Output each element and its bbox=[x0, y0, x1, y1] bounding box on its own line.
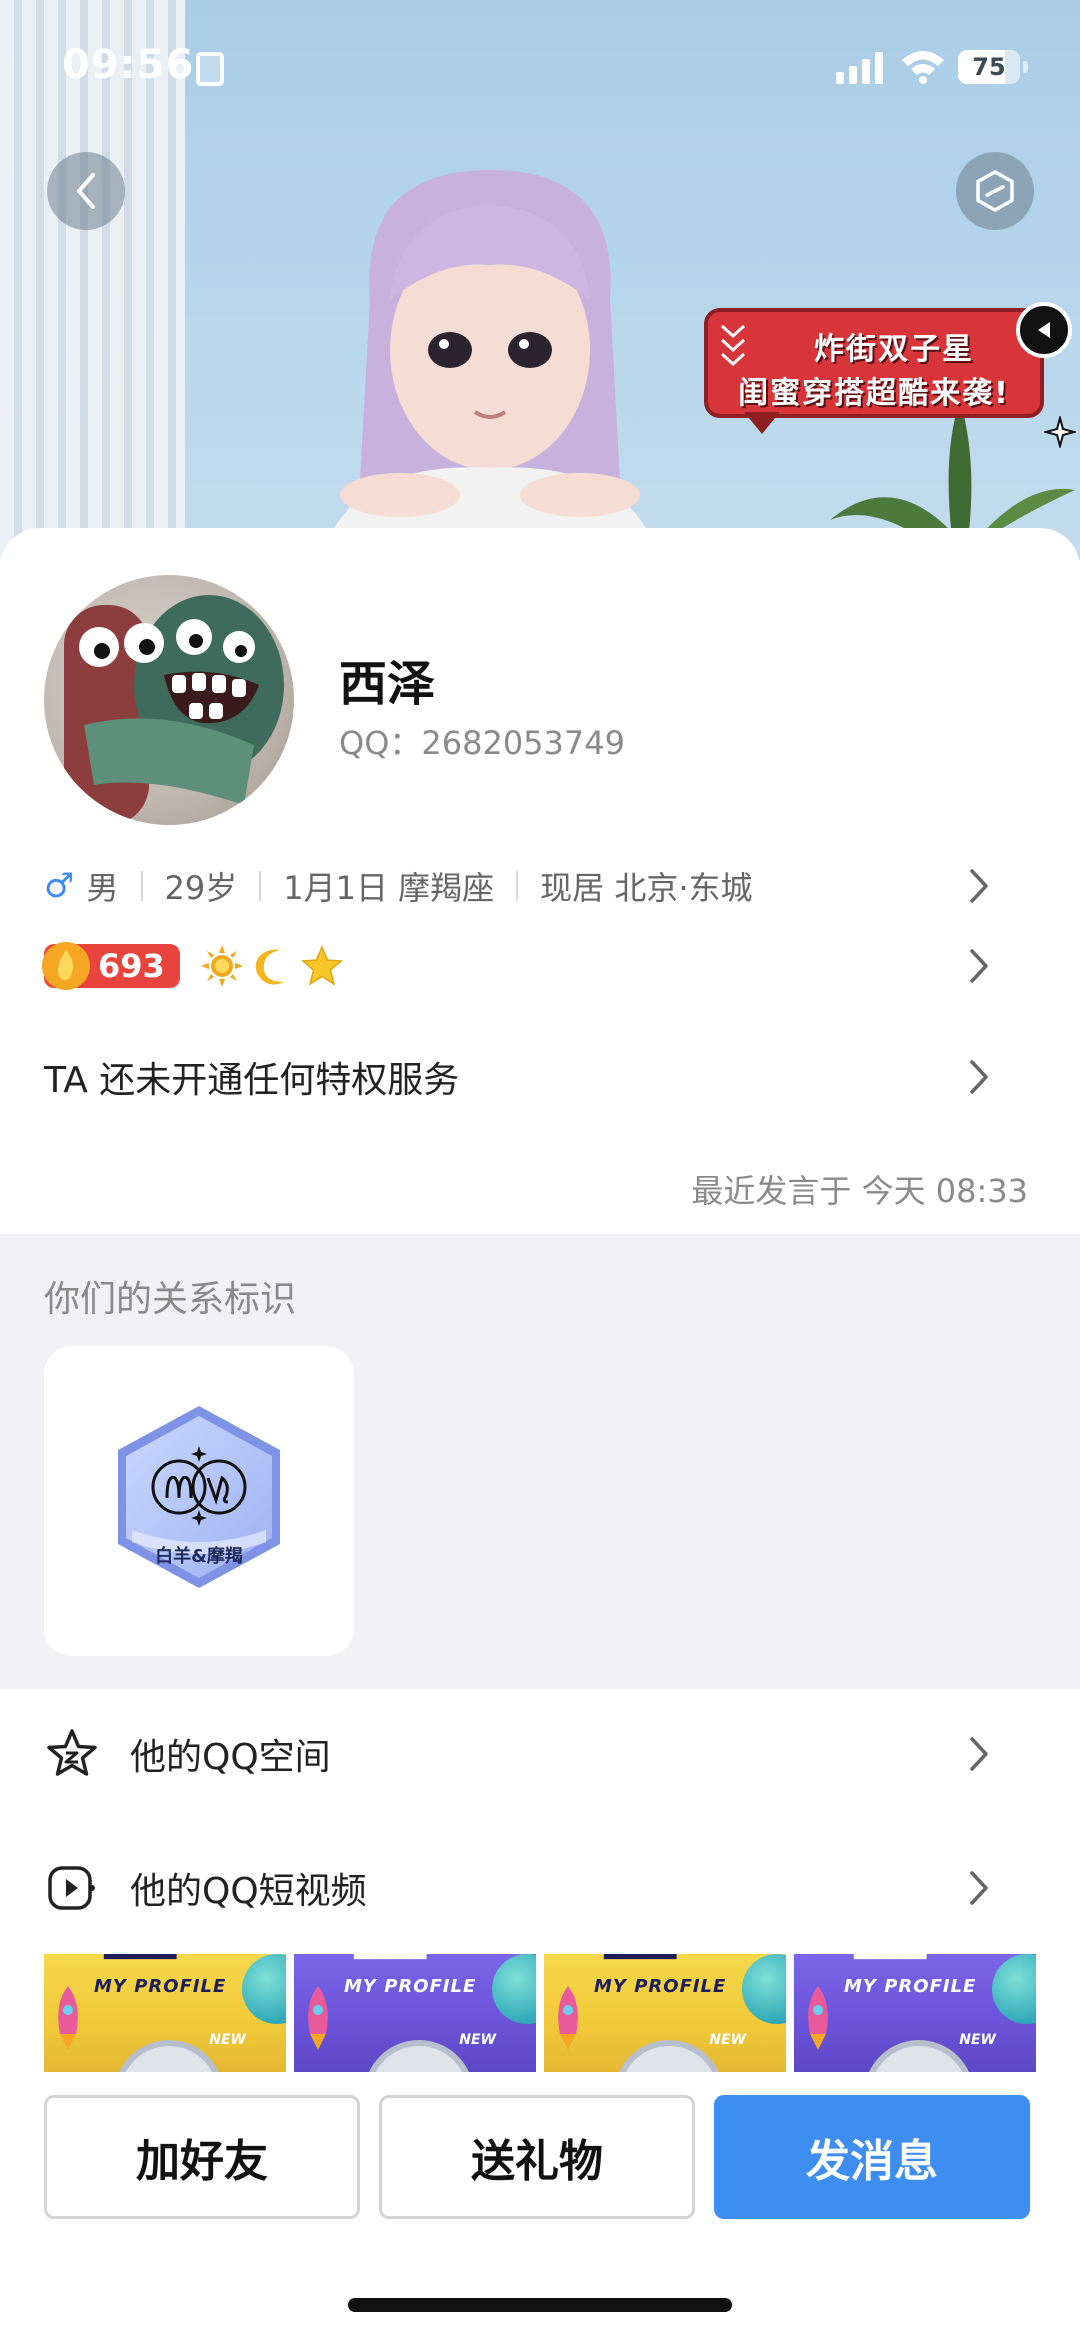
disc-decoration bbox=[864, 2040, 974, 2072]
avatar-image bbox=[64, 595, 284, 825]
planet-decoration bbox=[992, 1954, 1036, 2024]
male-icon: ♂ bbox=[44, 866, 75, 906]
privilege-text: TA 还未开通任何特权服务 bbox=[44, 1060, 460, 1101]
thumbnail-tag: NEW bbox=[459, 2032, 496, 2048]
disc-decoration bbox=[614, 2040, 724, 2072]
sparkle-icon bbox=[1044, 416, 1076, 448]
status-time: 09:56 bbox=[62, 42, 195, 88]
back-button[interactable] bbox=[47, 152, 125, 230]
rocket-icon bbox=[308, 1986, 328, 2050]
rocket-icon bbox=[808, 1986, 828, 2050]
qq-level-row[interactable]: 693 bbox=[42, 940, 1034, 992]
more-options-button[interactable] bbox=[956, 152, 1034, 230]
promo-bubble[interactable]: 炸街双子星 闺蜜穿搭超酷来袭! bbox=[704, 302, 1076, 458]
wifi-icon bbox=[902, 51, 944, 84]
promo-line2: 闺蜜穿搭超酷来袭! bbox=[738, 376, 1010, 411]
chevron-right-icon bbox=[970, 869, 988, 903]
thumbnail-subtitle: MY PROFILE bbox=[344, 1976, 477, 1997]
relation-badge-card[interactable]: 白羊&摩羯 bbox=[44, 1346, 354, 1656]
status-bar: 09:56 75 bbox=[0, 0, 1080, 130]
chevron-right-icon bbox=[970, 1060, 988, 1094]
qzone-row[interactable]: 他的QQ空间 bbox=[44, 1724, 1034, 1784]
disc-decoration bbox=[114, 2040, 224, 2072]
thumbnail-tag: NEW bbox=[709, 2032, 746, 2048]
thumbnail-subtitle: MY PROFILE bbox=[594, 1976, 727, 1997]
chevron-left-icon bbox=[77, 173, 95, 209]
battery-indicator: 75 bbox=[958, 50, 1028, 84]
add-friend-button[interactable]: 加好友 bbox=[44, 2095, 360, 2219]
birthday-text: 1月1日 摩羯座 bbox=[283, 869, 495, 907]
qzone-label: 他的QQ空间 bbox=[130, 1737, 331, 1778]
age-text: 29岁 bbox=[164, 869, 238, 907]
video-thumbnail[interactable]: ━━━━ MY PROFILE NEW bbox=[44, 1954, 286, 2072]
qq-number: QQ：2682053749 bbox=[339, 724, 625, 762]
thumbnail-subtitle: MY PROFILE bbox=[94, 1976, 227, 1997]
relation-badge-label: 白羊&摩羯 bbox=[155, 1546, 243, 1567]
avatar[interactable] bbox=[44, 575, 294, 825]
rocket-icon bbox=[58, 1986, 78, 2050]
battery-level: 75 bbox=[972, 53, 1006, 81]
planet-decoration bbox=[492, 1954, 536, 2024]
id-card-icon bbox=[196, 52, 224, 86]
profile-nickname: 西泽 bbox=[339, 656, 436, 712]
thumbnail-subtitle: MY PROFILE bbox=[844, 1976, 977, 1997]
planet-decoration bbox=[742, 1954, 786, 2024]
hexagon-icon bbox=[976, 170, 1014, 212]
gender-text: 男 bbox=[86, 869, 119, 907]
chevron-right-icon bbox=[970, 949, 988, 983]
video-thumbnail[interactable]: ━━━━ MY PROFILE NEW bbox=[294, 1954, 536, 2072]
profile-info-row[interactable]: ♂ 男 29岁 1月1日 摩羯座 现居 北京·东城 bbox=[44, 862, 1034, 910]
level-icons bbox=[200, 944, 344, 988]
flame-icon bbox=[42, 942, 90, 990]
cellular-signal-icon bbox=[836, 52, 883, 84]
qzone-star-icon bbox=[44, 1726, 100, 1782]
thumbnail-tag: NEW bbox=[959, 2032, 996, 2048]
location-text: 现居 北京·东城 bbox=[540, 869, 753, 907]
video-thumbnail-strip: ━━━━ MY PROFILE NEW ━━━━ MY PROFILE NEW … bbox=[44, 1954, 1036, 2072]
video-thumbnail[interactable]: ━━━━ MY PROFILE NEW bbox=[794, 1954, 1036, 2072]
promo-line1: 炸街双子星 bbox=[814, 332, 974, 367]
divider bbox=[516, 871, 519, 901]
relation-title: 你们的关系标识 bbox=[44, 1279, 297, 1320]
divider bbox=[259, 871, 262, 901]
video-play-icon bbox=[44, 1860, 100, 1916]
last-post-time: 最近发言于 今天 08:33 bbox=[691, 1172, 1028, 1210]
rocket-icon bbox=[558, 1986, 578, 2050]
promo-play-icon[interactable] bbox=[1016, 302, 1072, 358]
disc-decoration bbox=[364, 2040, 474, 2072]
sun-icon bbox=[201, 945, 243, 987]
level-value: 693 bbox=[98, 947, 165, 985]
divider bbox=[140, 871, 143, 901]
home-indicator[interactable] bbox=[348, 2298, 732, 2312]
short-video-label: 他的QQ短视频 bbox=[130, 1871, 367, 1912]
chevron-right-icon bbox=[970, 1871, 988, 1905]
video-thumbnail[interactable]: ━━━━ MY PROFILE NEW bbox=[544, 1954, 786, 2072]
short-video-row[interactable]: 他的QQ短视频 bbox=[44, 1858, 1034, 1918]
send-gift-button[interactable]: 送礼物 bbox=[379, 2095, 695, 2219]
privilege-row[interactable]: TA 还未开通任何特权服务 bbox=[44, 1052, 1034, 1102]
star-icon bbox=[301, 945, 343, 986]
promo-tail bbox=[744, 412, 780, 434]
chevron-right-icon bbox=[970, 1737, 988, 1771]
send-message-button[interactable]: 发消息 bbox=[714, 2095, 1030, 2219]
planet-decoration bbox=[242, 1954, 286, 2024]
moon-icon bbox=[255, 949, 284, 985]
thumbnail-tag: NEW bbox=[209, 2032, 246, 2048]
level-badge: 693 bbox=[42, 942, 180, 990]
